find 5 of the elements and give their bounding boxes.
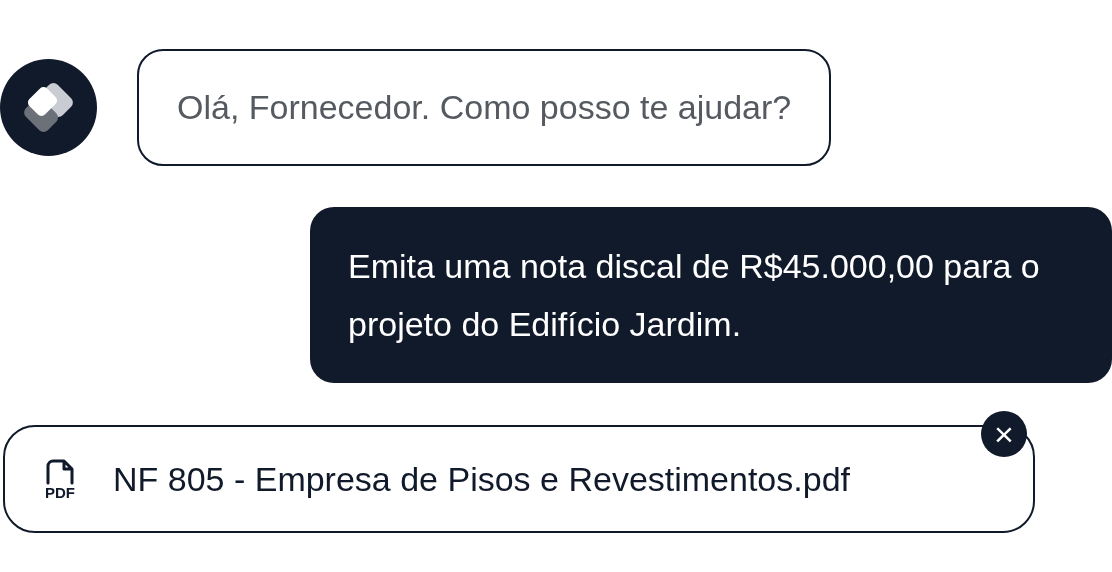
close-button[interactable]: × [981,411,1027,457]
user-message: Emita uma nota discal de R$45.000,00 para o projeto do Edifício Jardim. [310,207,1112,383]
assistant-message: Olá, Fornecedor. Como posso te ajudar? [137,49,832,166]
attachment-filename: NF 805 - Empresa de Pisos e Revestimentos.pdf [113,458,850,500]
assistant-avatar-icon [0,59,97,156]
